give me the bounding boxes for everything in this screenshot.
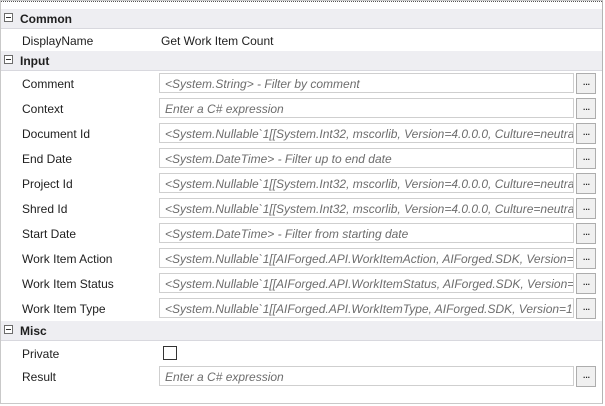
ellipsis-button[interactable]: ... bbox=[576, 298, 596, 319]
property-label: Shred Id bbox=[22, 202, 68, 216]
ellipsis-button[interactable]: ... bbox=[576, 148, 596, 169]
ellipsis-button[interactable]: ... bbox=[576, 223, 596, 244]
property-row-context: Context Enter a C# expression ... bbox=[1, 96, 602, 121]
ellipsis-button[interactable]: ... bbox=[576, 273, 596, 294]
shred-id-input[interactable]: <System.Nullable`1[[System.Int32, mscorl… bbox=[159, 198, 574, 218]
property-label: Work Item Action bbox=[22, 252, 113, 266]
document-id-input[interactable]: <System.Nullable`1[[System.Int32, mscorl… bbox=[159, 123, 574, 143]
property-label: End Date bbox=[22, 152, 73, 166]
property-row-shred-id: Shred Id <System.Nullable`1[[System.Int3… bbox=[1, 196, 602, 221]
collapse-icon[interactable] bbox=[4, 13, 13, 22]
collapse-icon[interactable] bbox=[4, 325, 13, 334]
result-input[interactable]: Enter a C# expression bbox=[159, 366, 574, 386]
property-row-work-item-type: Work Item Type <System.Nullable`1[[AIFor… bbox=[1, 296, 602, 321]
ellipsis-button[interactable]: ... bbox=[576, 198, 596, 219]
property-label: Work Item Type bbox=[22, 302, 106, 316]
project-id-input[interactable]: <System.Nullable`1[[System.Int32, mscorl… bbox=[159, 173, 574, 193]
property-label: Comment bbox=[22, 77, 75, 91]
ellipsis-button[interactable]: ... bbox=[576, 366, 596, 387]
property-row-displayname: DisplayName Get Work Item Count bbox=[1, 28, 602, 53]
comment-input[interactable]: <System.String> - Filter by comment bbox=[159, 73, 574, 93]
property-label: Private bbox=[22, 347, 60, 361]
end-date-input[interactable]: <System.DateTime> - Filter up to end dat… bbox=[159, 148, 574, 168]
category-label: Input bbox=[20, 54, 50, 68]
property-label: Result bbox=[22, 370, 57, 384]
context-input[interactable]: Enter a C# expression bbox=[159, 98, 574, 118]
property-label: Document Id bbox=[22, 127, 91, 141]
collapse-icon[interactable] bbox=[4, 55, 13, 64]
work-item-action-input[interactable]: <System.Nullable`1[[AIForged.API.WorkIte… bbox=[159, 248, 574, 268]
work-item-status-input[interactable]: <System.Nullable`1[[AIForged.API.WorkIte… bbox=[159, 273, 574, 293]
ellipsis-button[interactable]: ... bbox=[576, 123, 596, 144]
ellipsis-button[interactable]: ... bbox=[576, 173, 596, 194]
focus-outline bbox=[1, 1, 602, 3]
property-row-document-id: Document Id <System.Nullable`1[[System.I… bbox=[1, 121, 602, 146]
property-label: DisplayName bbox=[22, 34, 94, 48]
work-item-type-input[interactable]: <System.Nullable`1[[AIForged.API.WorkIte… bbox=[159, 298, 574, 318]
category-label: Misc bbox=[20, 324, 47, 338]
property-row-work-item-status: Work Item Status <System.Nullable`1[[AIF… bbox=[1, 271, 602, 296]
property-row-start-date: Start Date <System.DateTime> - Filter fr… bbox=[1, 221, 602, 246]
ellipsis-button[interactable]: ... bbox=[576, 98, 596, 119]
property-row-private: Private bbox=[1, 341, 602, 366]
property-row-comment: Comment <System.String> - Filter by comm… bbox=[1, 71, 602, 96]
property-row-work-item-action: Work Item Action <System.Nullable`1[[AIF… bbox=[1, 246, 602, 271]
property-row-end-date: End Date <System.DateTime> - Filter up t… bbox=[1, 146, 602, 171]
category-input[interactable]: Input bbox=[1, 51, 602, 71]
property-label: Start Date bbox=[22, 227, 77, 241]
category-misc[interactable]: Misc bbox=[1, 321, 602, 341]
property-label: Project Id bbox=[22, 177, 73, 191]
start-date-input[interactable]: <System.DateTime> - Filter from starting… bbox=[159, 223, 574, 243]
property-row-project-id: Project Id <System.Nullable`1[[System.In… bbox=[1, 171, 602, 196]
private-checkbox[interactable] bbox=[163, 346, 177, 360]
property-grid: Common DisplayName Get Work Item Count I… bbox=[0, 0, 603, 404]
display-name-value[interactable]: Get Work Item Count bbox=[161, 34, 273, 48]
ellipsis-button[interactable]: ... bbox=[576, 248, 596, 269]
ellipsis-button[interactable]: ... bbox=[576, 73, 596, 94]
property-label: Work Item Status bbox=[22, 277, 114, 291]
property-label: Context bbox=[22, 102, 64, 116]
category-common[interactable]: Common bbox=[1, 9, 602, 29]
property-row-result: Result Enter a C# expression ... bbox=[1, 364, 602, 389]
category-label: Common bbox=[20, 12, 72, 26]
